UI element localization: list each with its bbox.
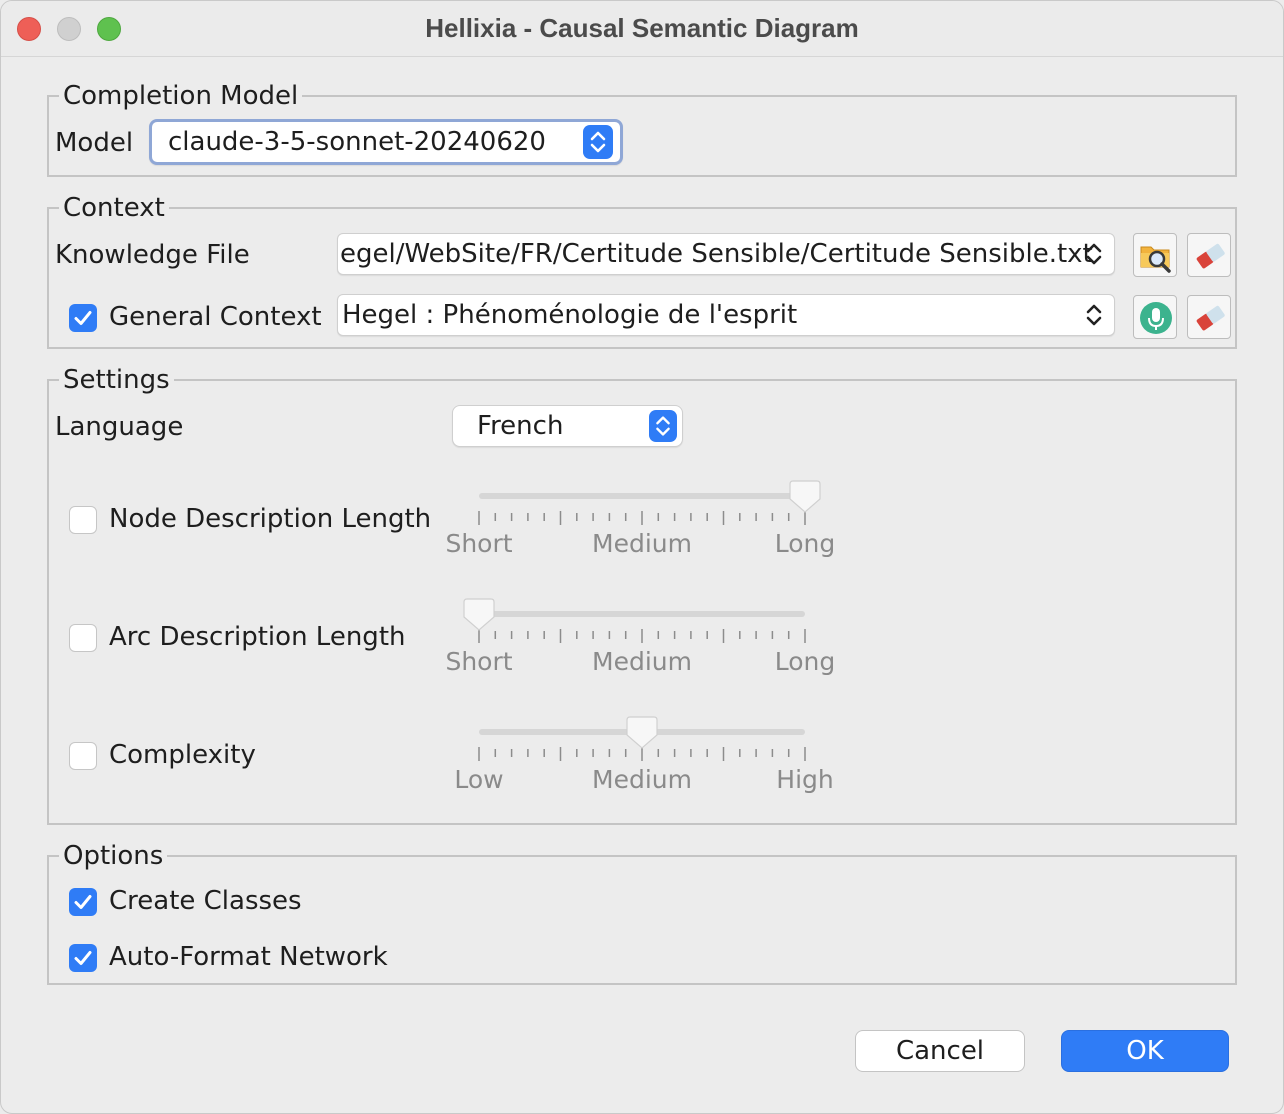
slider-label: Long	[774, 529, 836, 558]
slider-label: High	[776, 765, 834, 794]
auto-format-label: Auto-Format Network	[109, 942, 388, 972]
language-select[interactable]: French	[452, 405, 683, 447]
options-legend: Options	[59, 841, 168, 871]
browse-file-icon	[1140, 246, 1171, 273]
context-legend: Context	[59, 193, 169, 223]
slider-thumb[interactable]	[626, 716, 658, 749]
chevron-updown-icon	[1082, 237, 1106, 271]
node-description-checkbox[interactable]	[69, 506, 97, 534]
slider-ticks	[463, 598, 806, 643]
title-bar: Hellixia - Causal Semantic Diagram	[1, 1, 1283, 57]
cancel-button[interactable]: Cancel	[855, 1030, 1025, 1072]
general-context-value: Hegel : Phénoménologie de l'esprit	[342, 300, 798, 330]
window-title: Hellixia - Causal Semantic Diagram	[425, 13, 859, 43]
settings-legend: Settings	[59, 365, 174, 395]
eraser-icon	[1196, 305, 1225, 331]
slider-label: Low	[454, 765, 504, 794]
general-context-checkbox[interactable]	[69, 304, 97, 332]
knowledge-file-select[interactable]: egel/WebSite/FR/Certitude Sensible/Certi…	[337, 233, 1115, 275]
slider-label: Medium	[592, 765, 692, 794]
language-select-value: French	[477, 411, 564, 441]
slider-label: Short	[445, 647, 513, 676]
create-classes-label: Create Classes	[109, 886, 302, 916]
model-label: Model	[55, 128, 134, 158]
complexity-checkbox[interactable]	[69, 742, 97, 770]
clear-general-context-button[interactable]	[1187, 295, 1231, 339]
dialog-window: Hellixia - Causal Semantic Diagram Compl…	[0, 0, 1284, 1114]
slider-thumb[interactable]	[789, 480, 821, 513]
auto-format-checkbox[interactable]	[69, 944, 97, 972]
eraser-icon	[1196, 243, 1225, 269]
model-select-value: claude-3-5-sonnet-20240620	[168, 127, 546, 157]
completion-model-legend: Completion Model	[59, 81, 303, 111]
clear-knowledge-file-button[interactable]	[1187, 233, 1231, 277]
dictate-button[interactable]	[1133, 295, 1177, 339]
arc-description-label: Arc Description Length	[109, 622, 406, 652]
chevron-updown-icon	[649, 410, 677, 442]
language-label: Language	[55, 412, 184, 442]
chevron-updown-icon	[583, 125, 613, 159]
microphone-icon	[1140, 302, 1172, 334]
slider-ticks	[478, 716, 806, 761]
slider-label: Long	[774, 647, 836, 676]
create-classes-checkbox[interactable]	[69, 888, 97, 916]
browse-file-button[interactable]	[1133, 233, 1177, 277]
node-description-slider[interactable]: Short Medium Long	[445, 479, 835, 579]
general-context-label: General Context	[109, 302, 322, 332]
general-context-select[interactable]: Hegel : Phénoménologie de l'esprit	[337, 294, 1115, 336]
slider-thumb[interactable]	[463, 598, 495, 631]
model-select[interactable]: claude-3-5-sonnet-20240620	[149, 119, 623, 165]
knowledge-file-value: egel/WebSite/FR/Certitude Sensible/Certi…	[340, 239, 1093, 269]
node-description-label: Node Description Length	[109, 504, 432, 534]
ok-button[interactable]: OK	[1061, 1030, 1229, 1072]
complexity-slider[interactable]: Low Medium High	[447, 715, 834, 815]
arc-description-checkbox[interactable]	[69, 624, 97, 652]
arc-description-slider[interactable]: Short Medium Long	[445, 597, 835, 697]
slider-label: Medium	[592, 529, 692, 558]
complexity-label: Complexity	[109, 740, 256, 770]
slider-label: Short	[445, 529, 513, 558]
chevron-updown-icon	[1082, 298, 1106, 332]
slider-label: Medium	[592, 647, 692, 676]
slider-ticks	[478, 480, 821, 525]
knowledge-file-label: Knowledge File	[55, 240, 250, 270]
